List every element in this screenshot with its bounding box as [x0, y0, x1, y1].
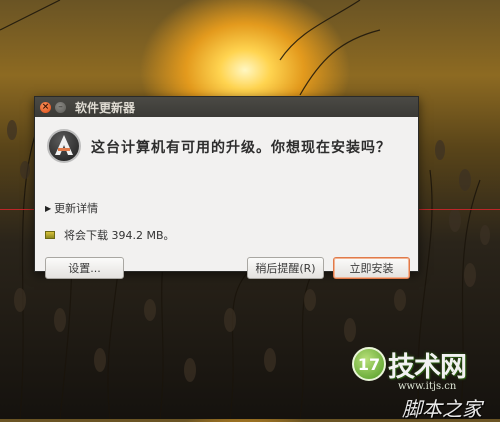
site-watermark: 17 技术网 www.itjs.cn 脚本之家 [346, 337, 496, 421]
software-updater-icon [47, 129, 81, 163]
minimize-icon[interactable]: – [55, 101, 66, 113]
update-details-expander[interactable]: ▶ 更新详情 [45, 200, 98, 216]
dialog-heading: 这台计算机有可用的升级。你想现在安装吗？ [91, 140, 391, 156]
remind-later-button[interactable]: 稍后提醒(R) [247, 257, 324, 279]
close-icon[interactable]: × [40, 101, 51, 113]
watermark-name: 技术网 [388, 352, 467, 383]
watermark-url: www.itjs.cn [398, 381, 457, 392]
download-size-text: 将会下载 394.2 MB。 [64, 229, 175, 242]
package-icon [45, 231, 55, 239]
software-updater-dialog: × – 软件更新器 这台计算机有可用的升级。你想现在安装吗？ ▶ 更新详情 将会… [34, 96, 419, 279]
dialog-title: 软件更新器 [75, 100, 136, 115]
download-size-info: 将会下载 394.2 MB。 [45, 227, 175, 243]
watermark-site: 脚本之家 [402, 397, 482, 421]
dialog-titlebar[interactable]: × – 软件更新器 [35, 97, 418, 117]
expander-triangle-icon: ▶ [45, 203, 52, 213]
dialog-content: 这台计算机有可用的升级。你想现在安装吗？ ▶ 更新详情 将会下载 394.2 M… [35, 117, 418, 279]
watermark-logo-icon: 17 [352, 347, 386, 381]
settings-button[interactable]: 设置... [45, 257, 124, 279]
install-now-button[interactable]: 立即安装 [333, 257, 410, 279]
update-details-label: 更新详情 [54, 202, 99, 215]
